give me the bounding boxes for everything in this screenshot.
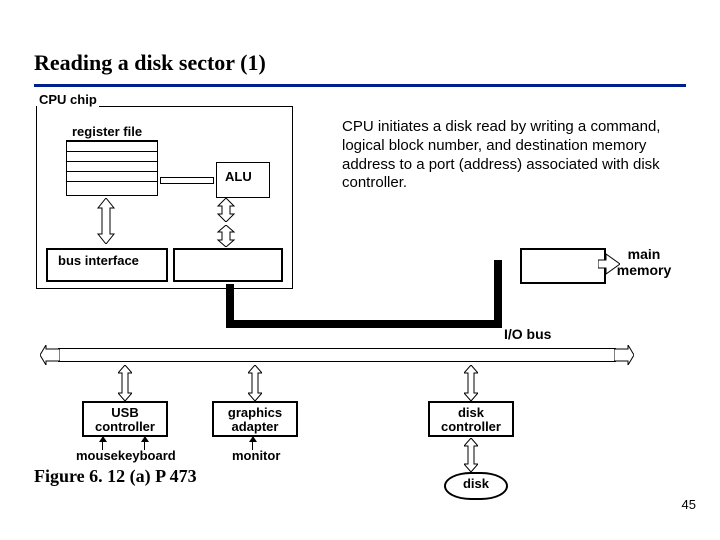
- main-memory-arrow-icon: [598, 252, 620, 281]
- slide: Reading a disk sector (1) CPU chip regis…: [0, 0, 720, 540]
- register-file-label: register file: [72, 124, 142, 139]
- disk-controller-box: disk controller: [428, 401, 514, 437]
- memory-bus-segment: [226, 320, 498, 328]
- memory-bus-segment: [494, 260, 502, 328]
- bus-if-arrow-icon: [216, 225, 236, 243]
- regfile-bus-arrow-icon: [96, 198, 116, 216]
- description-text: CPU initiates a disk read by writing a c…: [342, 118, 682, 193]
- cpu-chip-label: CPU chip: [37, 92, 99, 107]
- disk-icon: disk: [444, 472, 508, 500]
- io-bus-right-arrow-icon: [614, 345, 634, 370]
- alu-label: ALU: [225, 169, 252, 184]
- keyboard-arrow-icon: [141, 436, 149, 442]
- figure-caption: Figure 6. 12 (a) P 473: [34, 466, 197, 487]
- alu-bus-arrow-icon: [216, 198, 236, 216]
- monitor-label: monitor: [232, 448, 280, 463]
- chip-bus-box: [173, 248, 283, 282]
- usb-bus-arrow-icon: [118, 365, 130, 379]
- main-memory-box: [520, 248, 606, 284]
- io-bus-label: I/O bus: [504, 326, 551, 342]
- graphics-adapter-box: graphics adapter: [212, 401, 298, 437]
- mouse-keyboard-label: mousekeyboard: [76, 448, 176, 463]
- page-number: 45: [682, 497, 696, 512]
- title-rule: [34, 84, 686, 87]
- bus-interface-label: bus interface: [58, 253, 139, 268]
- main-memory-label: main memory: [614, 246, 674, 278]
- disk-link-arrow-icon: [464, 438, 476, 452]
- graphics-bus-arrow-icon: [248, 365, 260, 379]
- slide-title: Reading a disk sector (1): [34, 50, 266, 76]
- register-file-box: [66, 140, 158, 196]
- disk-bus-arrow-icon: [464, 365, 476, 379]
- mouse-arrow-icon: [99, 436, 107, 442]
- usb-controller-box: USB controller: [82, 401, 168, 437]
- internal-bus: [160, 177, 214, 184]
- io-bus-left-arrow-icon: [40, 345, 60, 370]
- io-bus: [58, 348, 616, 362]
- monitor-arrow-icon: [249, 436, 257, 442]
